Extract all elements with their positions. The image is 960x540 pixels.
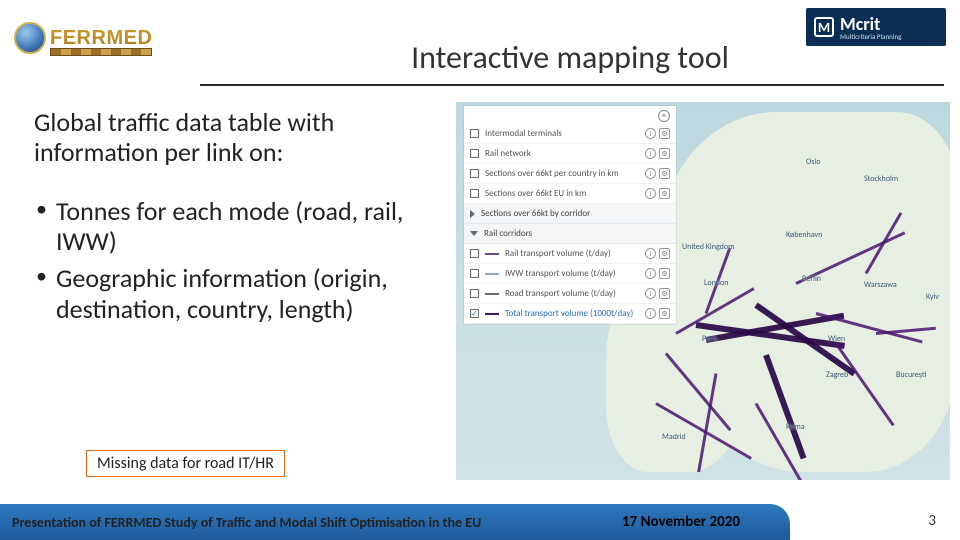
mcrit-mark-icon: M [814, 17, 834, 37]
map-label: Roma [786, 422, 805, 432]
legend-line-icon [485, 313, 499, 315]
info-icon[interactable]: i [645, 268, 656, 279]
ferrmed-logo: FERRMED [14, 18, 174, 58]
ferrmed-wordmark: FERRMED [50, 27, 152, 50]
info-icon[interactable]: i [645, 248, 656, 259]
layer-group[interactable]: Rail corridors [464, 224, 676, 244]
group-label: Sections over 66kt by corridor [481, 208, 590, 219]
missing-data-note: Missing data for road IT/HR [86, 450, 285, 477]
layer-row[interactable]: Sections over 66kt per country in km i⚙ [464, 164, 676, 184]
list-item: Tonnes for each mode (road, rail, IWW) [56, 196, 444, 257]
layer-row[interactable]: ✓ Total transport volume (1000t/day) i⚙ [464, 304, 676, 324]
checkbox-icon[interactable] [470, 249, 479, 258]
info-icon[interactable]: i [645, 148, 656, 159]
gear-icon[interactable]: ⚙ [659, 248, 670, 259]
gear-icon[interactable]: ⚙ [659, 148, 670, 159]
gear-icon[interactable]: ⚙ [659, 128, 670, 139]
checkbox-icon[interactable] [470, 149, 479, 158]
slide-title: Interactive mapping tool [200, 38, 940, 83]
checkbox-icon[interactable]: ✓ [470, 309, 479, 318]
layer-label: Sections over 66kt per country in km [485, 168, 639, 179]
map-label: London [704, 278, 728, 288]
map-label: Warszawa [864, 280, 897, 290]
title-underline [200, 84, 944, 86]
mcrit-name: Mcrit [840, 15, 901, 33]
gear-icon[interactable]: ⚙ [659, 168, 670, 179]
map-label: Oslo [806, 157, 820, 167]
lead-text: Global traffic data table with informati… [34, 108, 444, 168]
checkbox-icon[interactable] [470, 189, 479, 198]
checkbox-icon[interactable] [470, 129, 479, 138]
map-screenshot: Oslo Stockholm København United Kingdom … [456, 102, 950, 480]
footer-date: 17 November 2020 [622, 513, 740, 531]
globe-icon [14, 22, 46, 54]
layer-group[interactable]: Sections over 66kt by corridor [464, 204, 676, 224]
checkbox-icon[interactable] [470, 289, 479, 298]
map-label: Kyiv [926, 292, 939, 302]
legend-line-icon [485, 273, 499, 275]
layer-label: Rail transport volume (t/day) [505, 248, 639, 259]
checkbox-icon[interactable] [470, 169, 479, 178]
bullet-list: Tonnes for each mode (road, rail, IWW) G… [34, 196, 444, 325]
layer-label: Total transport volume (1000t/day) [505, 308, 639, 319]
layer-row[interactable]: Sections over 66kt EU in km i⚙ [464, 184, 676, 204]
info-icon[interactable]: i [645, 168, 656, 179]
map-label: København [786, 230, 822, 240]
caret-right-icon [470, 210, 475, 218]
legend-line-icon [485, 253, 499, 255]
map-label: Zagreb [826, 370, 848, 380]
checkbox-icon[interactable] [470, 269, 479, 278]
caret-down-icon [470, 231, 478, 236]
info-icon[interactable]: i [645, 128, 656, 139]
map-label: United Kingdom [682, 242, 734, 252]
gear-icon[interactable]: ⚙ [659, 268, 670, 279]
map-label: Berlin [802, 274, 821, 284]
layer-label: Intermodal terminals [485, 128, 639, 139]
gear-icon[interactable]: ⚙ [659, 308, 670, 319]
map-label: Madrid [662, 432, 686, 442]
layer-label: Sections over 66kt EU in km [485, 188, 639, 199]
footer-title: Presentation of FERRMED Study of Traffic… [12, 514, 481, 531]
close-icon[interactable]: × [658, 110, 670, 122]
layer-row[interactable]: Intermodal terminals i⚙ [464, 124, 676, 144]
layer-row[interactable]: IWW transport volume (t/day) i⚙ [464, 264, 676, 284]
list-item: Geographic information (origin, destinat… [56, 263, 444, 324]
page-number: 3 [928, 512, 936, 530]
layer-panel[interactable]: × Intermodal terminals i⚙ Rail network i… [464, 106, 676, 324]
layer-label: Road transport volume (t/day) [505, 288, 639, 299]
gear-icon[interactable]: ⚙ [659, 288, 670, 299]
layer-row[interactable]: Rail network i⚙ [464, 144, 676, 164]
gear-icon[interactable]: ⚙ [659, 188, 670, 199]
footer: Presentation of FERRMED Study of Traffic… [0, 496, 960, 540]
info-icon[interactable]: i [645, 308, 656, 319]
map-label: București [896, 370, 926, 380]
layer-row[interactable]: Rail transport volume (t/day) i⚙ [464, 244, 676, 264]
map-label: Wien [828, 334, 845, 344]
layer-label: IWW transport volume (t/day) [505, 268, 639, 279]
layer-label: Rail network [485, 148, 639, 159]
map-label: Paris [702, 334, 718, 344]
group-label: Rail corridors [484, 228, 532, 239]
layer-row[interactable]: Road transport volume (t/day) i⚙ [464, 284, 676, 304]
map-label: Stockholm [864, 174, 898, 184]
info-icon[interactable]: i [645, 288, 656, 299]
legend-line-icon [485, 293, 499, 295]
info-icon[interactable]: i [645, 188, 656, 199]
